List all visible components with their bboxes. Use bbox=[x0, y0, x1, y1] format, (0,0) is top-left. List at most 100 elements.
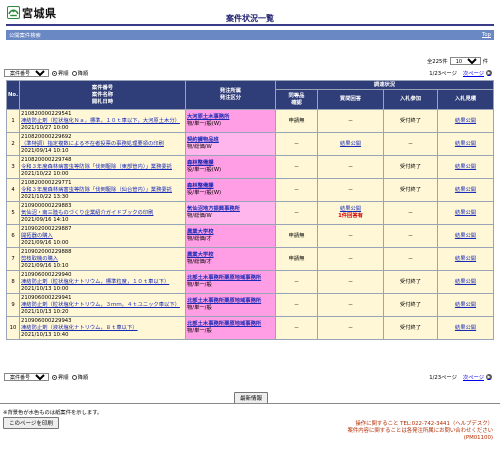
order-type: 役/単一/般(W) bbox=[187, 167, 222, 173]
case-date: 2021/09/16 10:10 bbox=[21, 262, 69, 269]
result-link[interactable]: 結果公開 bbox=[455, 210, 476, 216]
sort-key-select-bottom[interactable]: 案件番号 bbox=[4, 373, 49, 381]
order-type: 物/単一/般(W) bbox=[187, 121, 222, 127]
org-link[interactable]: 大河原土木事務所 bbox=[187, 114, 229, 120]
table-row: 8 210906000229940 凍結防止剤（粒状塩化ナトリウム，標準粒度，１０ｔ… bbox=[6, 270, 495, 294]
org-link[interactable]: 農業大学校 bbox=[187, 229, 214, 235]
equivalent-cell: － bbox=[275, 293, 318, 317]
equivalent-cell: － bbox=[275, 270, 318, 294]
case-name-link[interactable]: 凍結防止剤（粒状塩化ナトリウム，標準粒度，１０ｔ車以下） bbox=[21, 279, 169, 285]
status-text: 受付終了 bbox=[399, 163, 422, 170]
next-page-link-bottom[interactable]: 次ページ ▶ bbox=[463, 373, 492, 381]
case-id: 210906000229943 bbox=[21, 317, 72, 324]
org-link[interactable]: 北部土木事務所栗原地域事務所 bbox=[187, 275, 261, 281]
qa-cell: － bbox=[317, 155, 384, 179]
next-arrow-icon: ▶ bbox=[486, 70, 492, 76]
order-type: 物/単一/般 bbox=[187, 282, 212, 288]
case-name-link[interactable]: 気仙沼・南三陸ものづくり企業紹介ガイドブックの印刷 bbox=[21, 210, 153, 216]
sort-asc-radio[interactable]: 昇順 bbox=[52, 69, 69, 77]
participation-cell: － bbox=[383, 132, 438, 156]
case-cell: 210820000229771 令和３年度森林病害虫等防除「伐倒駆除（仙台管内）」… bbox=[19, 178, 186, 202]
status-text: － bbox=[293, 301, 300, 308]
case-id: 210820000229692 bbox=[21, 133, 72, 140]
participation-cell: 受付終了 bbox=[383, 270, 438, 294]
sort-desc-radio[interactable]: 降順 bbox=[71, 69, 88, 77]
qa-cell: 結果公開 1件回答有 bbox=[317, 201, 384, 225]
equivalent-cell: 申請無 bbox=[275, 224, 318, 248]
participation-cell: 受付終了 bbox=[383, 178, 438, 202]
case-name-link[interactable]: 凍結防止剤（液状塩化ナトリウム，８ｔ車以下） bbox=[21, 325, 138, 331]
contact-line-1: 操作に関すること TEL:022-742-3441（ヘルプデスク） bbox=[355, 421, 493, 427]
sort-key-select[interactable]: 案件番号 bbox=[4, 69, 49, 77]
result-link[interactable]: 結果公開 bbox=[455, 325, 476, 331]
per-page-select[interactable]: 10 bbox=[449, 57, 481, 65]
case-name-link[interactable]: 剪枝取機の購入 bbox=[21, 256, 58, 262]
next-arrow-icon: ▶ bbox=[486, 374, 492, 380]
org-link[interactable]: 森林整備課 bbox=[187, 183, 214, 189]
case-name-link[interactable]: 凍結防止剤（粒状塩化ナトリウム，３ｍｍ，４ｔユニック車以下） bbox=[21, 302, 180, 308]
result-link[interactable]: 結果公開 bbox=[455, 302, 476, 308]
col-header-no: No. bbox=[6, 80, 20, 110]
section-header: 公開案件検索 Top bbox=[6, 30, 494, 40]
row-number: 2 bbox=[6, 132, 20, 156]
result-link[interactable]: 結果公開 bbox=[455, 187, 476, 193]
order-type: 物/単一/般 bbox=[187, 328, 212, 334]
case-id: 210902000229887 bbox=[21, 225, 72, 232]
total-count: 全225件 bbox=[426, 59, 448, 65]
case-name-link[interactable]: 令和３年度森林病害虫等防除「伐倒駆除（東部管内）」業務委託 bbox=[21, 164, 172, 170]
equivalent-cell: － bbox=[275, 178, 318, 202]
result-link[interactable]: 結果公開 bbox=[455, 164, 476, 170]
bid-cell: 結果公開 bbox=[436, 132, 495, 156]
result-link[interactable]: 結果公開 bbox=[340, 141, 361, 147]
status-text: 受付終了 bbox=[399, 278, 422, 285]
status-text: 申請無 bbox=[288, 117, 305, 124]
org-link[interactable]: 北部土木事務所栗原地域事務所 bbox=[187, 321, 261, 327]
org-cell: 農業大学校 物/総価/才 bbox=[185, 247, 276, 271]
participation-cell: － bbox=[383, 224, 438, 248]
org-link[interactable]: 北部土木事務所栗原地域事務所 bbox=[187, 298, 261, 304]
participation-cell: 受付終了 bbox=[383, 316, 438, 340]
status-text: － bbox=[293, 278, 300, 285]
status-text: － bbox=[347, 232, 354, 239]
participation-cell: 受付終了 bbox=[383, 109, 438, 133]
top-link[interactable]: Top bbox=[482, 32, 491, 38]
case-name-link[interactable]: 令和３年度森林病害虫等防除「伐倒駆除（仙台管内）」業務委託 bbox=[21, 187, 172, 193]
result-link[interactable]: 結果公開 bbox=[455, 256, 476, 262]
col-header-case: 案件番号 案件名称 開札日時 bbox=[19, 80, 186, 110]
table-row: 10 210906000229943 凍結防止剤（液状塩化ナトリウム，８ｔ車以下） 2… bbox=[6, 316, 495, 340]
case-name-link[interactable]: （準特調）指定複数による不在者投票の事務処理要領の印刷 bbox=[21, 141, 164, 147]
pager-top: 1/23ページ 次ページ ▶ bbox=[429, 69, 492, 77]
status-text: － bbox=[347, 117, 354, 124]
org-cell: 大河原土木事務所 物/単一/般(W) bbox=[185, 109, 276, 133]
sort-desc-radio-bottom[interactable]: 降順 bbox=[71, 373, 88, 381]
result-link[interactable]: 結果公開 bbox=[340, 206, 361, 212]
status-text: 受付終了 bbox=[399, 301, 422, 308]
radio-checked-icon bbox=[52, 71, 57, 76]
case-id: 210820000229771 bbox=[21, 179, 72, 186]
org-link[interactable]: 契約課物品班 bbox=[187, 137, 219, 143]
result-link[interactable]: 結果公開 bbox=[455, 141, 476, 147]
sort-asc-radio-bottom[interactable]: 昇順 bbox=[52, 373, 69, 381]
footnote: ※背景色が水色ものは紙案件を示します。 bbox=[3, 410, 103, 416]
result-link[interactable]: 結果公開 bbox=[455, 279, 476, 285]
print-button[interactable]: このページを印刷 bbox=[3, 417, 59, 429]
org-link[interactable]: 農業大学校 bbox=[187, 252, 214, 258]
row-number: 10 bbox=[6, 316, 20, 340]
equivalent-cell: － bbox=[275, 201, 318, 225]
result-link[interactable]: 結果公開 bbox=[455, 118, 476, 124]
case-date: 2021/10/13 10:40 bbox=[21, 331, 69, 338]
case-name-link[interactable]: 凍結防止剤（粒状塩化Ｎａ，標準，１０ｔ車以下，大河原土木分） bbox=[21, 118, 180, 124]
qa-cell: － bbox=[317, 109, 384, 133]
order-type: 物/総価/W bbox=[187, 213, 212, 219]
status-text: － bbox=[347, 324, 354, 331]
row-number: 9 bbox=[6, 293, 20, 317]
case-name-link[interactable]: 開拓器の購入 bbox=[21, 233, 53, 239]
participation-cell: － bbox=[383, 247, 438, 271]
case-table: No. 案件番号 案件名称 開札日時 発注所属 発注区分 調達状況 同等品 確認… bbox=[6, 80, 495, 340]
org-link[interactable]: 気仙沼地方振興事務所 bbox=[187, 206, 240, 212]
next-page-link[interactable]: 次ページ ▶ bbox=[463, 69, 492, 77]
result-link[interactable]: 結果公開 bbox=[455, 233, 476, 239]
case-cell: 210820000229541 凍結防止剤（粒状塩化Ｎａ，標準，１０ｔ車以下，大河… bbox=[19, 109, 186, 133]
org-link[interactable]: 森林整備課 bbox=[187, 160, 214, 166]
case-date: 2021/09/16 14:10 bbox=[21, 216, 69, 223]
